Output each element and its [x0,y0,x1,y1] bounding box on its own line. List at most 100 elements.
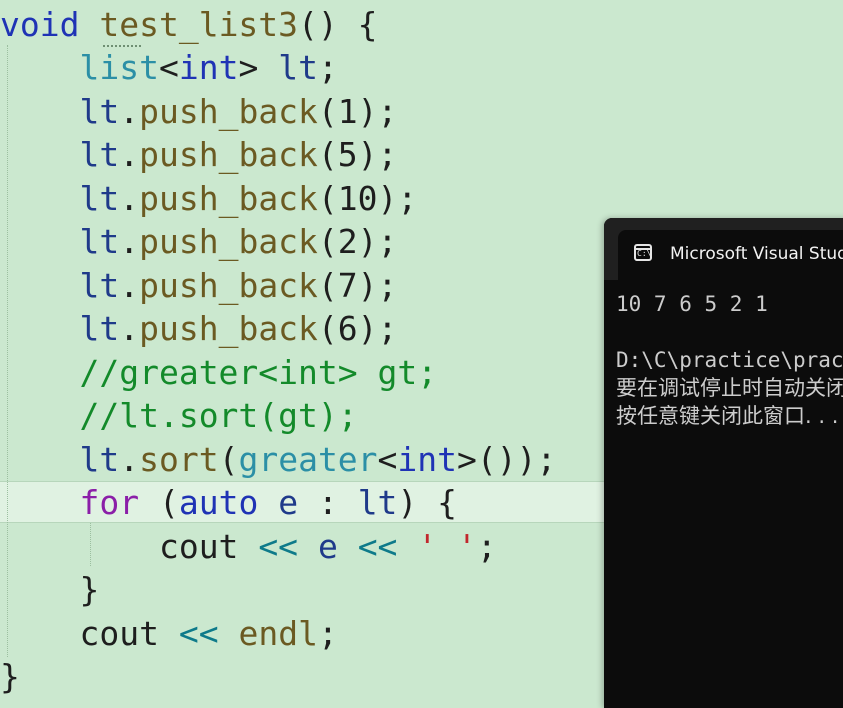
code-token: push_back [139,266,318,305]
code-line[interactable]: //greater<int> gt; [0,351,437,394]
code-line[interactable]: lt.push_back(10); [0,177,417,220]
console-path: D:\C\practice\practice [616,348,843,372]
code-line[interactable]: lt.push_back(2); [0,220,397,263]
code-line[interactable]: cout << endl; [0,612,338,655]
code-token: ); [357,135,398,174]
code-token: ' ' [417,527,477,566]
code-token: ) { [397,483,458,522]
code-token: ( [317,135,338,174]
code-token: << [178,614,219,653]
code-token: 1 [337,92,358,131]
code-token: 6 [337,309,358,348]
code-token: >()); [457,440,557,479]
code-token: ); [357,222,398,261]
code-token: lt [357,483,398,522]
code-token: < [158,48,179,87]
code-token: lt [79,222,120,261]
code-line[interactable]: list<int> lt; [0,46,337,89]
code-token: 5 [337,135,358,174]
code-token: void [0,5,80,44]
code-token: ( [317,92,338,131]
code-token: lt [79,135,120,174]
code-token: : [298,483,358,522]
code-token: lt [79,440,120,479]
code-line[interactable]: } [0,655,20,698]
code-token: test_list3 [99,5,299,44]
code-token: list [79,48,159,87]
code-line[interactable]: for (auto e : lt) { [0,481,457,524]
code-token: ( [139,483,179,522]
code-token: ); [357,266,398,305]
code-token: for [79,483,140,522]
code-token: () { [298,5,378,44]
code-token: << [258,527,299,566]
code-token: > [238,48,279,87]
code-token: . [119,440,140,479]
code-token: lt [79,266,120,305]
code-token: . [119,266,140,305]
code-token: ( [317,266,338,305]
code-token: } [79,570,100,609]
code-token: //lt.sort(gt); [79,396,358,435]
code-token: cout [158,527,239,566]
code-token: auto [178,483,259,522]
code-line[interactable]: void test_list3() { [0,3,378,46]
code-token: greater [238,440,378,479]
code-token: push_back [139,309,318,348]
code-token: . [119,309,140,348]
code-token: . [119,92,140,131]
code-token: int [397,440,458,479]
code-token: ( [317,222,338,261]
code-line[interactable]: lt.push_back(5); [0,133,397,176]
code-line[interactable]: lt.sort(greater<int>()); [0,438,556,481]
code-line[interactable]: lt.push_back(6); [0,307,397,350]
code-token: e [317,527,338,566]
code-token: 2 [337,222,358,261]
code-line[interactable]: } [0,568,99,611]
code-token: ; [317,614,338,653]
code-token: //greater<int> gt; [79,353,438,392]
console-window[interactable]: C:\ Microsoft Visual Studio 10 7 6 5 2 1… [604,218,843,708]
code-token: cout [79,614,159,653]
code-token: push_back [139,179,318,218]
code-token: ( [317,179,338,218]
code-line[interactable]: cout << e << ' '; [0,525,497,568]
console-titlebar: C:\ Microsoft Visual Studio [604,218,843,280]
code-token: . [119,135,140,174]
code-line[interactable]: //lt.sort(gt); [0,394,358,437]
code-token: lt [79,92,120,131]
code-line[interactable]: lt.push_back(7); [0,264,397,307]
code-token: sort [139,440,219,479]
code-token: push_back [139,222,318,261]
console-tab[interactable]: C:\ Microsoft Visual Studio [618,230,843,280]
code-line[interactable]: lt.push_back(1); [0,90,397,133]
code-token: 7 [337,266,358,305]
console-message: 要在调试停止时自动关闭控制台 [616,376,843,400]
code-token: push_back [139,135,318,174]
code-token: ( [317,309,338,348]
code-token: lt [278,48,318,87]
console-message: 按任意键关闭此窗口. . . [616,404,839,428]
code-token: } [0,657,20,696]
code-token: ( [218,440,239,479]
code-token: push_back [139,92,318,131]
code-token: < [377,440,398,479]
code-token: e [278,483,299,522]
